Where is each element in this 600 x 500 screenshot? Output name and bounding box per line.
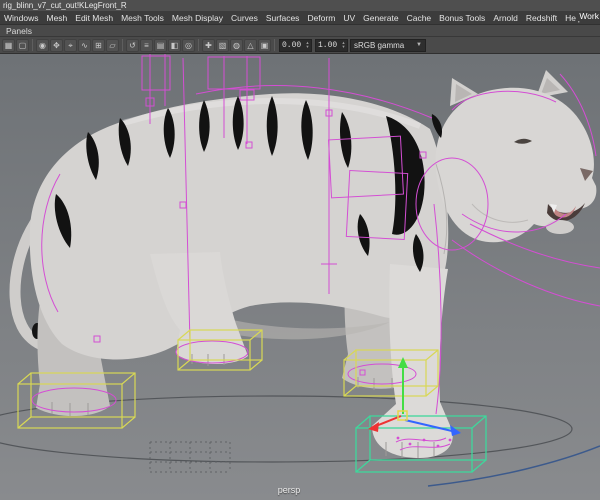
gamma-field-wrap: ▲ ▼ bbox=[315, 38, 348, 52]
menu-windows[interactable]: Windows bbox=[0, 13, 42, 23]
spinner-down-icon[interactable]: ▼ bbox=[340, 45, 347, 49]
side-panel-icon[interactable]: ◧ bbox=[168, 38, 181, 52]
view-transform-dropdown[interactable]: sRGB gamma ▼ bbox=[350, 38, 426, 52]
toolbar-separator bbox=[274, 39, 275, 51]
window-title: rig_blinn_v7_cut_out!KLegFront_R bbox=[0, 0, 600, 11]
menu-generate[interactable]: Generate bbox=[359, 13, 402, 23]
target-icon[interactable]: ◉ bbox=[36, 38, 49, 52]
viewport-3d[interactable]: persp bbox=[0, 54, 600, 500]
gamma-input[interactable] bbox=[316, 40, 340, 50]
snap-plane-icon[interactable]: ▱ bbox=[106, 38, 119, 52]
chin bbox=[546, 220, 574, 234]
snap-grid-icon[interactable]: ⊞ bbox=[92, 38, 105, 52]
menu-redshift[interactable]: Redshift bbox=[522, 13, 561, 23]
list-menu-icon[interactable]: ≡ bbox=[140, 38, 153, 52]
move-tool-icon[interactable]: ✥ bbox=[50, 38, 63, 52]
snap-curve-icon[interactable]: ∿ bbox=[78, 38, 91, 52]
menu-edit-mesh[interactable]: Edit Mesh bbox=[71, 13, 117, 23]
marquee-select-icon[interactable]: ▢ bbox=[16, 38, 29, 52]
camera-icon[interactable]: ◎ bbox=[182, 38, 195, 52]
scene-canvas[interactable] bbox=[0, 54, 600, 500]
render-view-icon[interactable]: ▣ bbox=[258, 38, 271, 52]
menu-arnold[interactable]: Arnold bbox=[489, 13, 522, 23]
menu-panels[interactable]: Panels bbox=[6, 26, 32, 36]
spinner-down-icon[interactable]: ▼ bbox=[304, 45, 311, 49]
snap-point-icon[interactable]: ⌖ bbox=[64, 38, 77, 52]
menu-mesh-tools[interactable]: Mesh Tools bbox=[117, 13, 168, 23]
camera-label: persp bbox=[277, 485, 301, 495]
view-transform-value: sRGB gamma bbox=[354, 40, 405, 50]
history-icon[interactable]: ↺ bbox=[126, 38, 139, 52]
menu-mesh-display[interactable]: Mesh Display bbox=[168, 13, 227, 23]
menu-grid-icon[interactable]: ▦ bbox=[2, 38, 15, 52]
menu-deform[interactable]: Deform bbox=[303, 13, 339, 23]
menu-bonus-tools[interactable]: Bonus Tools bbox=[435, 13, 489, 23]
menu-mesh[interactable]: Mesh bbox=[42, 13, 71, 23]
menu-surfaces[interactable]: Surfaces bbox=[262, 13, 304, 23]
exposure-input[interactable] bbox=[280, 40, 304, 50]
workspace-label[interactable]: Work bbox=[576, 11, 599, 21]
light-icon[interactable]: ◍ bbox=[230, 38, 243, 52]
menu-uv[interactable]: UV bbox=[339, 13, 359, 23]
exposure-spinner[interactable]: ▲ ▼ bbox=[304, 41, 311, 49]
main-menu-bar: Windows Mesh Edit Mesh Mesh Tools Mesh D… bbox=[0, 11, 600, 25]
toolbar-separator bbox=[122, 39, 123, 51]
viewport-toolbar: ▦ ▢ ◉ ✥ ⌖ ∿ ⊞ ▱ ↺ ≡ ▤ ◧ ◎ ✚ ▧ ◍ △ ▣ ▲ ▼ bbox=[0, 37, 600, 54]
tiger-model[interactable] bbox=[9, 70, 597, 458]
exposure-field-wrap: ▲ ▼ bbox=[279, 38, 312, 52]
gamma-spinner[interactable]: ▲ ▼ bbox=[340, 41, 347, 49]
maya-window: rig_blinn_v7_cut_out!KLegFront_R Windows… bbox=[0, 0, 600, 500]
add-icon[interactable]: ✚ bbox=[202, 38, 215, 52]
shading-icon[interactable]: ▤ bbox=[154, 38, 167, 52]
toolbar-separator bbox=[32, 39, 33, 51]
toolbar-separator bbox=[198, 39, 199, 51]
cone-icon[interactable]: △ bbox=[244, 38, 257, 52]
texture-icon[interactable]: ▧ bbox=[216, 38, 229, 52]
panels-menu-bar: Panels bbox=[0, 25, 600, 37]
grid-patch bbox=[149, 441, 231, 473]
menu-cache[interactable]: Cache bbox=[403, 13, 436, 23]
chevron-down-icon: ▼ bbox=[416, 42, 422, 48]
menu-curves[interactable]: Curves bbox=[227, 13, 262, 23]
tiger-head bbox=[435, 87, 597, 243]
